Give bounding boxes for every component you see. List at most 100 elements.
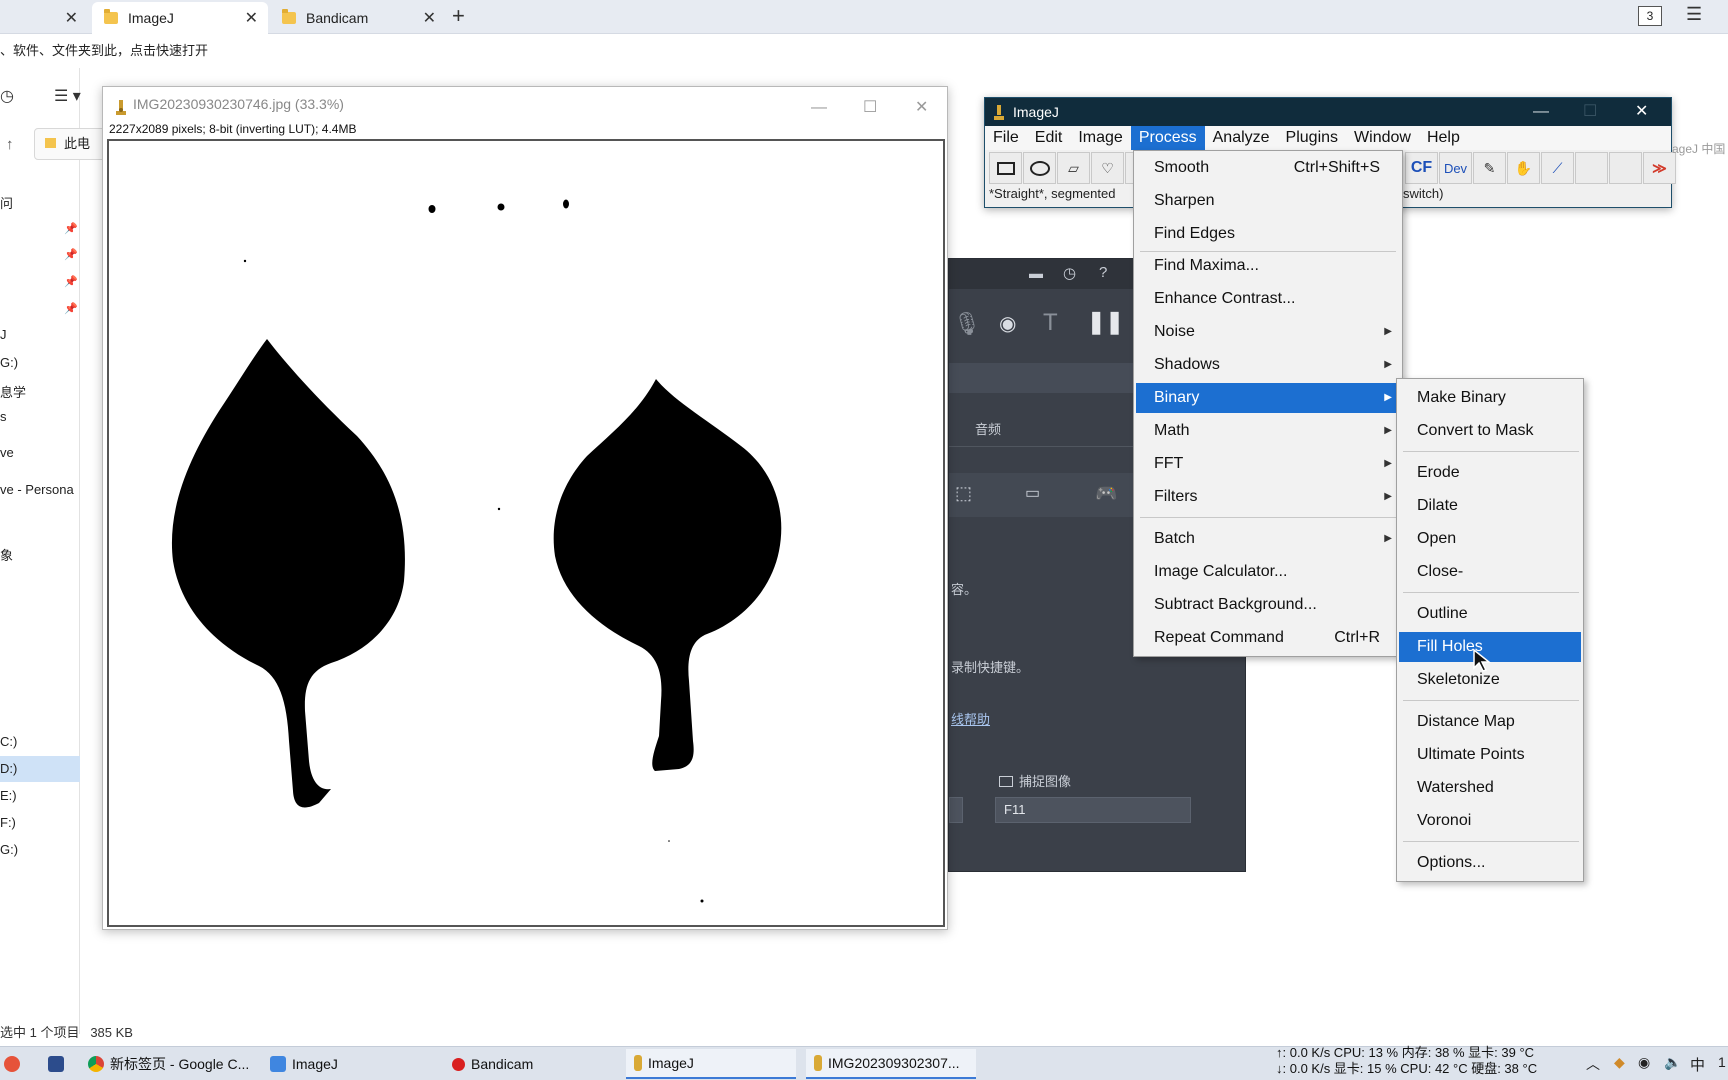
menu-item-subtract-background[interactable]: Subtract Background... (1136, 590, 1400, 620)
minimize-button[interactable]: — (1533, 98, 1549, 126)
dev-tool[interactable]: Dev (1439, 152, 1472, 184)
taskbar-item-bandicam[interactable]: Bandicam (444, 1049, 614, 1079)
nav-item[interactable]: ve (0, 445, 14, 460)
menu-item-voronoi[interactable]: Voronoi (1399, 806, 1581, 836)
game-mode-icon[interactable]: 🎮 (1095, 483, 1117, 504)
image-window-titlebar[interactable]: IMG20230930230746.jpg (33.3%) — ☐ ✕ (103, 87, 947, 121)
ime-indicator[interactable]: 中 (1690, 1054, 1705, 1075)
tray-app-icon[interactable]: ◆ (1614, 1054, 1625, 1071)
menu-item-image-calculator[interactable]: Image Calculator... (1136, 557, 1400, 587)
menu-item-filters[interactable]: Filters ▶ (1136, 482, 1400, 512)
close-button[interactable]: ✕ (1635, 98, 1648, 126)
close-icon[interactable]: ✕ (65, 8, 78, 28)
pin-icon[interactable]: 📌 (64, 275, 78, 288)
nav-item[interactable]: 问 (0, 193, 13, 212)
hdmi-mode-icon[interactable]: ▭ (1025, 483, 1040, 503)
nav-item[interactable]: J (0, 327, 7, 342)
menu-item-erode[interactable]: Erode (1399, 458, 1581, 488)
mic-icon[interactable]: 🎙 (953, 311, 981, 337)
nav-item[interactable]: s (0, 409, 7, 424)
nav-item-drive[interactable]: D:) (0, 761, 17, 776)
polygon-tool-icon[interactable]: ▱ (1057, 152, 1090, 184)
menu-edit[interactable]: Edit (1027, 126, 1071, 150)
taskbar-item-imagej[interactable]: ImageJ (626, 1049, 796, 1079)
menu-item-ultimate-points[interactable]: Ultimate Points (1399, 740, 1581, 770)
image-canvas[interactable] (107, 139, 945, 927)
hotkey-field[interactable] (949, 797, 963, 823)
help-icon[interactable]: ? (1099, 264, 1107, 281)
menu-file[interactable]: File (985, 126, 1027, 150)
hand-tool-icon[interactable]: ✋ (1507, 152, 1540, 184)
menu-item-dilate[interactable]: Dilate (1399, 491, 1581, 521)
screen-mode-icon[interactable]: ⬚ (955, 483, 972, 504)
start-icon[interactable] (0, 1049, 28, 1079)
cf-tool[interactable]: CF (1405, 152, 1438, 184)
close-icon[interactable]: ✕ (245, 8, 258, 28)
network-icon[interactable]: ◉ (1638, 1054, 1650, 1071)
clock[interactable]: 1 (1718, 1054, 1726, 1070)
empty-tool[interactable] (1575, 152, 1608, 184)
menu-item-sharpen[interactable]: Sharpen (1136, 186, 1400, 216)
menu-process[interactable]: Process (1130, 126, 1205, 150)
text-icon[interactable]: T (1043, 309, 1058, 337)
nav-item-drive[interactable]: E:) (0, 788, 17, 803)
pin-icon[interactable]: 📌 (64, 248, 78, 261)
volume-icon[interactable]: 🔈 (1664, 1054, 1681, 1071)
nav-item-drive[interactable]: G:) (0, 842, 18, 857)
taskbar-item-image-window[interactable]: IMG202309302307... (806, 1049, 976, 1079)
menu-item-convert-to-mask[interactable]: Convert to Mask (1399, 416, 1581, 446)
menu-item-shadows[interactable]: Shadows ▶ (1136, 350, 1400, 380)
menu-item-close[interactable]: Close- (1399, 557, 1581, 587)
menu-item-fft[interactable]: FFT ▶ (1136, 449, 1400, 479)
webcam-icon[interactable]: ◉ (999, 311, 1016, 336)
menu-icon[interactable]: ☰ (1686, 4, 1702, 25)
menu-help[interactable]: Help (1419, 126, 1468, 150)
menu-item-watershed[interactable]: Watershed (1399, 773, 1581, 803)
menu-analyze[interactable]: Analyze (1205, 126, 1278, 150)
menu-item-repeat-command[interactable]: Repeat Command Ctrl+R (1136, 623, 1400, 653)
pinned-app-icon[interactable] (40, 1049, 70, 1079)
menu-item-enhance-contrast[interactable]: Enhance Contrast... (1136, 284, 1400, 314)
history-icon[interactable]: ◷ (0, 86, 14, 106)
oval-tool-icon[interactable] (1023, 152, 1056, 184)
nav-item[interactable]: G:) (0, 355, 18, 370)
chevron-up-icon[interactable]: ︿ (1586, 1054, 1600, 1074)
pin-icon[interactable]: 📌 (64, 222, 78, 235)
view-list-icon[interactable]: ☰ ▾ (54, 86, 81, 106)
brush-tool-icon[interactable]: ✎ (1473, 152, 1506, 184)
tab-bandicam[interactable]: Bandicam ✕ (270, 2, 446, 34)
pause-icon[interactable]: ❚❚ (1087, 309, 1124, 335)
menu-item-binary[interactable]: Binary ▶ (1136, 383, 1400, 413)
menu-plugins[interactable]: Plugins (1278, 126, 1346, 150)
tab-hidden[interactable]: ✕ (0, 2, 88, 34)
imagej-titlebar[interactable]: ImageJ — ☐ ✕ (985, 98, 1671, 126)
menu-item-make-binary[interactable]: Make Binary (1399, 383, 1581, 413)
nav-item[interactable]: 息学 (0, 382, 26, 401)
dropper-tool-icon[interactable]: ⟋ (1541, 152, 1574, 184)
close-icon[interactable]: ✕ (423, 8, 436, 28)
up-arrow-icon[interactable]: ↑ (6, 136, 14, 153)
menu-item-distance-map[interactable]: Distance Map (1399, 707, 1581, 737)
pin-icon[interactable]: 📌 (64, 302, 78, 315)
folder-icon[interactable]: ▬ (1029, 265, 1043, 281)
menu-window[interactable]: Window (1346, 126, 1419, 150)
tab-count-badge[interactable]: 3 (1638, 6, 1662, 26)
rectangle-tool-icon[interactable] (989, 152, 1022, 184)
new-tab-button[interactable]: + (452, 3, 465, 29)
close-button[interactable]: ✕ (915, 91, 928, 125)
capture-hotkey-field[interactable]: F11 (995, 797, 1191, 823)
taskbar-item-chrome[interactable]: 新标签页 - Google C... (80, 1049, 250, 1079)
help-link[interactable]: 线帮助 (951, 709, 990, 728)
menu-image[interactable]: Image (1070, 126, 1130, 150)
menu-item-noise[interactable]: Noise ▶ (1136, 317, 1400, 347)
nav-item-drive[interactable]: F:) (0, 815, 16, 830)
nav-item[interactable]: ve - Persona (0, 482, 74, 497)
nav-item-drive[interactable]: C:) (0, 734, 17, 749)
menu-item-batch[interactable]: Batch ▶ (1136, 524, 1400, 554)
clock-icon[interactable]: ◷ (1063, 264, 1076, 282)
minimize-button[interactable]: — (811, 91, 827, 125)
menu-item-open[interactable]: Open (1399, 524, 1581, 554)
menu-item-smooth[interactable]: Smooth Ctrl+Shift+S (1136, 153, 1400, 183)
menu-item-find-edges[interactable]: Find Edges (1136, 219, 1400, 249)
maximize-button[interactable]: ☐ (863, 91, 877, 125)
